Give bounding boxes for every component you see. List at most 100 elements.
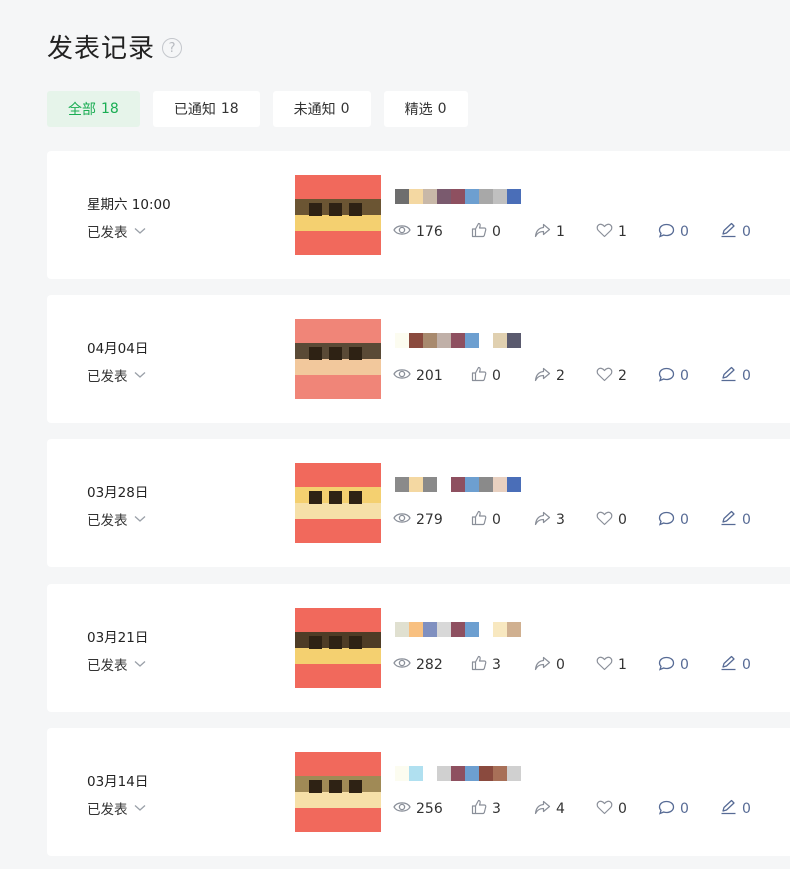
comment-count-value: 0: [680, 224, 689, 240]
article-stats: 279 0 3 0 0 0: [393, 510, 751, 530]
eye-icon: [393, 656, 416, 674]
share-count-value: 4: [556, 801, 565, 817]
share-count: 3: [534, 511, 596, 530]
note-count-value: 0: [742, 801, 751, 817]
tab-not-notified[interactable]: 未通知 0: [272, 91, 371, 127]
comment-count[interactable]: 0: [658, 656, 720, 675]
comment-count[interactable]: 0: [658, 223, 720, 242]
status-label: 已发表: [87, 513, 128, 529]
article-thumbnail[interactable]: [295, 175, 381, 255]
record-meta: 03月28日 已发表: [87, 481, 148, 529]
article-title[interactable]: [395, 622, 521, 637]
read-count: 201: [393, 367, 471, 385]
status-dropdown[interactable]: 已发表: [87, 509, 148, 529]
favorite-count-value: 0: [618, 512, 627, 528]
comment-count-value: 0: [680, 801, 689, 817]
note-count[interactable]: 0: [720, 799, 751, 819]
article-thumbnail[interactable]: [295, 752, 381, 832]
eye-icon: [393, 367, 416, 385]
eye-icon: [393, 511, 416, 529]
comment-icon: [658, 800, 680, 819]
pen-icon: [720, 655, 742, 675]
heart-icon: [596, 511, 618, 530]
eye-icon: [393, 223, 416, 241]
chevron-down-icon: [134, 804, 146, 812]
read-count-value: 201: [416, 368, 443, 384]
page-header: 发表记录 ?: [47, 28, 183, 65]
comment-count-value: 0: [680, 657, 689, 673]
note-count[interactable]: 0: [720, 510, 751, 530]
comment-count-value: 0: [680, 512, 689, 528]
thumbs-up-icon: [471, 366, 492, 386]
note-count-value: 0: [742, 368, 751, 384]
share-count-value: 1: [556, 224, 565, 240]
tab-featured[interactable]: 精选 0: [383, 91, 468, 127]
status-dropdown[interactable]: 已发表: [87, 221, 171, 241]
comment-count[interactable]: 0: [658, 800, 720, 819]
share-count: 0: [534, 656, 596, 675]
comment-count[interactable]: 0: [658, 511, 720, 530]
tab-label: 全部: [68, 102, 96, 118]
share-count-value: 2: [556, 368, 565, 384]
read-count: 282: [393, 656, 471, 674]
share-icon: [534, 656, 556, 675]
note-count[interactable]: 0: [720, 222, 751, 242]
chevron-down-icon: [134, 227, 146, 235]
record-card: 03月28日 已发表 279 0 3 0 0 0: [47, 439, 790, 567]
pen-icon: [720, 222, 742, 242]
share-icon: [534, 223, 556, 242]
article-thumbnail[interactable]: [295, 319, 381, 399]
like-count-value: 0: [492, 224, 501, 240]
comment-icon: [658, 223, 680, 242]
status-label: 已发表: [87, 658, 128, 674]
record-card: 04月04日 已发表 201 0 2 2 0 0: [47, 295, 790, 423]
note-count[interactable]: 0: [720, 655, 751, 675]
status-label: 已发表: [87, 369, 128, 385]
article-stats: 201 0 2 2 0 0: [393, 366, 751, 386]
record-meta: 03月14日 已发表: [87, 770, 148, 818]
tab-notified[interactable]: 已通知 18: [152, 91, 260, 127]
comment-icon: [658, 367, 680, 386]
heart-icon: [596, 223, 618, 242]
status-dropdown[interactable]: 已发表: [87, 365, 148, 385]
article-title[interactable]: [395, 766, 521, 781]
like-count-value: 0: [492, 368, 501, 384]
favorite-count-value: 1: [618, 657, 627, 673]
question-circle-icon[interactable]: ?: [162, 38, 183, 58]
share-count-value: 3: [556, 512, 565, 528]
tab-count: 0: [340, 101, 350, 117]
tab-label: 已通知: [173, 102, 216, 118]
heart-icon: [596, 367, 618, 386]
article-title[interactable]: [395, 189, 521, 204]
article-title[interactable]: [395, 333, 521, 348]
thumbs-up-icon: [471, 222, 492, 242]
note-count[interactable]: 0: [720, 366, 751, 386]
status-dropdown[interactable]: 已发表: [87, 798, 148, 818]
share-count: 1: [534, 223, 596, 242]
status-dropdown[interactable]: 已发表: [87, 654, 148, 674]
status-label: 已发表: [87, 225, 128, 241]
page-title: 发表记录: [47, 34, 156, 64]
read-count: 279: [393, 511, 471, 529]
tab-label: 未通知: [293, 102, 336, 118]
share-count-value: 0: [556, 657, 565, 673]
chevron-down-icon: [134, 515, 146, 523]
article-thumbnail[interactable]: [295, 463, 381, 543]
article-stats: 256 3 4 0 0 0: [393, 799, 751, 819]
tab-count: 0: [437, 101, 447, 117]
tab-count: 18: [220, 101, 239, 117]
note-count-value: 0: [742, 657, 751, 673]
read-count-value: 176: [416, 224, 443, 240]
share-icon: [534, 800, 556, 819]
tab-all[interactable]: 全部 18: [47, 91, 140, 127]
eye-icon: [393, 800, 416, 818]
heart-icon: [596, 800, 618, 819]
favorite-count: 1: [596, 656, 658, 675]
note-count-value: 0: [742, 512, 751, 528]
share-count: 2: [534, 367, 596, 386]
favorite-count: 1: [596, 223, 658, 242]
article-title[interactable]: [395, 477, 521, 492]
article-thumbnail[interactable]: [295, 608, 381, 688]
article-stats: 176 0 1 1 0 0: [393, 222, 751, 242]
comment-count[interactable]: 0: [658, 367, 720, 386]
